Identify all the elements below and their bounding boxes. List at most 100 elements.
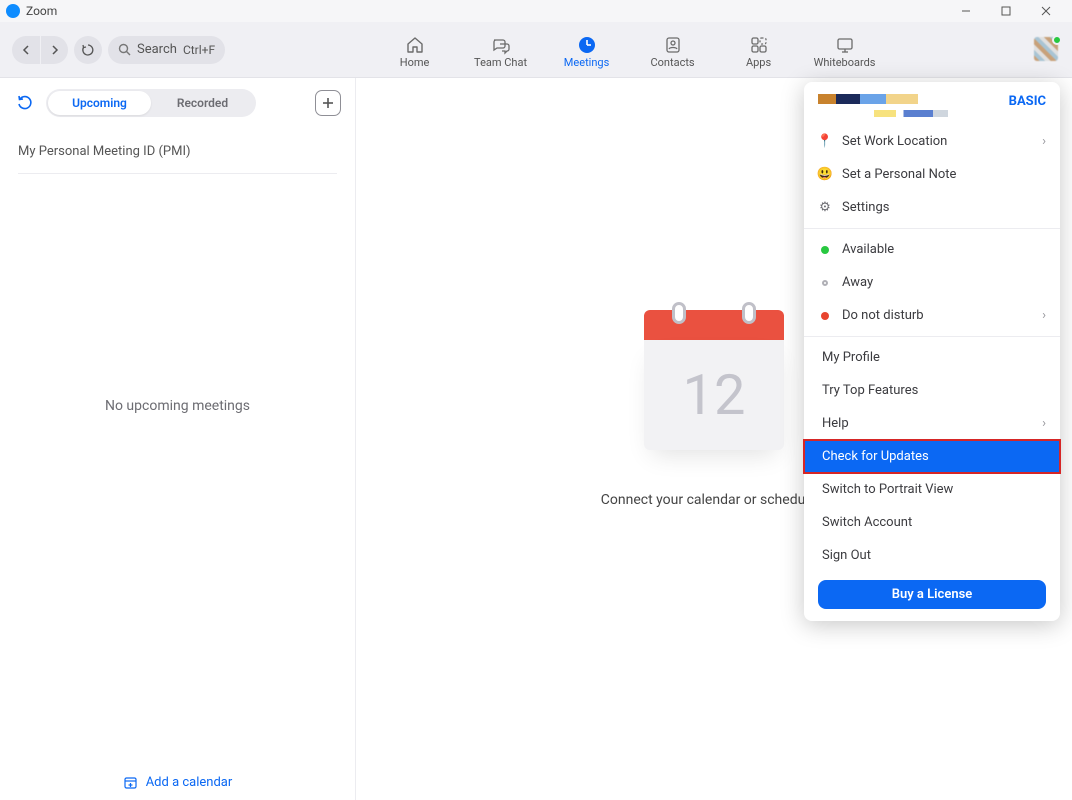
item-label: Away bbox=[842, 275, 873, 290]
connect-calendar-text: Connect your calendar or schedule a bbox=[601, 492, 827, 508]
set-work-location[interactable]: 📍 Set Work Location › bbox=[804, 125, 1060, 158]
nav-left: Search Ctrl+F bbox=[12, 36, 225, 64]
item-label: Switch Account bbox=[822, 515, 912, 530]
smile-icon: 😃 bbox=[818, 167, 832, 182]
separator bbox=[804, 336, 1060, 337]
item-label: Sign Out bbox=[822, 548, 871, 563]
item-label: Settings bbox=[842, 200, 889, 215]
status-available-icon bbox=[818, 246, 832, 254]
nav-back-button[interactable] bbox=[12, 36, 40, 64]
item-label: Switch to Portrait View bbox=[822, 482, 953, 497]
app-logo bbox=[6, 4, 20, 18]
try-top-features[interactable]: Try Top Features bbox=[804, 374, 1060, 407]
item-label: Try Top Features bbox=[822, 383, 918, 398]
toggle-recorded[interactable]: Recorded bbox=[151, 91, 254, 115]
nav-label: Meetings bbox=[564, 56, 609, 69]
plan-badge: BASIC bbox=[1009, 94, 1046, 109]
status-dot-available bbox=[1052, 35, 1062, 45]
nav-label: Home bbox=[400, 56, 430, 69]
navbar: Search Ctrl+F Home Team Chat Meetings Co… bbox=[0, 22, 1072, 78]
nav-center: Home Team Chat Meetings Contacts Apps Wh… bbox=[225, 30, 1034, 69]
chevron-right-icon: › bbox=[1042, 134, 1046, 149]
separator bbox=[804, 228, 1060, 229]
sign-out[interactable]: Sign Out bbox=[804, 539, 1060, 572]
profile-dropdown: BASIC 📍 Set Work Location › 😃 Set a Pers… bbox=[804, 82, 1060, 621]
add-calendar-label: Add a calendar bbox=[146, 775, 233, 790]
check-for-updates[interactable]: Check for Updates bbox=[804, 440, 1060, 473]
whiteboard-icon bbox=[834, 34, 856, 56]
profile-avatar-button[interactable] bbox=[1034, 37, 1060, 63]
window-minimize-button[interactable] bbox=[946, 0, 986, 22]
item-label: Set a Personal Note bbox=[842, 167, 956, 182]
calendar-day-number: 12 bbox=[644, 340, 784, 450]
window-controls bbox=[946, 0, 1066, 22]
toggle-upcoming[interactable]: Upcoming bbox=[48, 91, 151, 115]
profile-name-redacted bbox=[818, 94, 918, 104]
status-dnd[interactable]: Do not disturb › bbox=[804, 299, 1060, 332]
item-label: My Profile bbox=[822, 350, 880, 365]
nav-forward-button[interactable] bbox=[40, 36, 68, 64]
window-close-button[interactable] bbox=[1026, 0, 1066, 22]
pmi-row[interactable]: My Personal Meeting ID (PMI) bbox=[0, 128, 355, 173]
app-title: Zoom bbox=[26, 4, 946, 18]
nav-label: Team Chat bbox=[474, 56, 527, 69]
meetings-toggle: Upcoming Recorded bbox=[46, 89, 256, 117]
item-label: Available bbox=[842, 242, 894, 257]
contacts-icon bbox=[662, 34, 684, 56]
item-label: Help bbox=[822, 416, 849, 431]
titlebar: Zoom bbox=[0, 0, 1072, 22]
cta-label: Buy a License bbox=[892, 587, 973, 602]
search-icon bbox=[118, 43, 131, 56]
add-calendar-button[interactable]: Add a calendar bbox=[0, 775, 355, 790]
item-label: Set Work Location bbox=[842, 134, 947, 149]
nav-label: Apps bbox=[746, 56, 771, 69]
nav-right bbox=[1034, 37, 1060, 63]
home-icon bbox=[404, 34, 426, 56]
sidebar-top: Upcoming Recorded bbox=[0, 78, 355, 128]
window-maximize-button[interactable] bbox=[986, 0, 1026, 22]
nav-home[interactable]: Home bbox=[383, 30, 447, 69]
pmi-label: My Personal Meeting ID (PMI) bbox=[18, 144, 191, 159]
location-icon: 📍 bbox=[818, 134, 832, 149]
item-label: Check for Updates bbox=[822, 449, 929, 464]
nav-whiteboards[interactable]: Whiteboards bbox=[813, 30, 877, 69]
nav-label: Whiteboards bbox=[814, 56, 876, 69]
switch-account[interactable]: Switch Account bbox=[804, 506, 1060, 539]
meetings-icon bbox=[576, 34, 598, 56]
gear-icon: ⚙ bbox=[818, 200, 832, 215]
calendar-plus-icon bbox=[123, 775, 138, 790]
my-profile[interactable]: My Profile bbox=[804, 341, 1060, 374]
calendar-illustration: 12 bbox=[644, 310, 784, 460]
nav-history-button[interactable] bbox=[74, 36, 102, 64]
pmi-divider bbox=[18, 173, 337, 174]
item-label: Do not disturb bbox=[842, 308, 924, 323]
sidebar: Upcoming Recorded My Personal Meeting ID… bbox=[0, 78, 356, 800]
switch-to-portrait-view[interactable]: Switch to Portrait View bbox=[804, 473, 1060, 506]
add-meeting-button[interactable] bbox=[315, 90, 341, 116]
dropdown-header: BASIC bbox=[804, 82, 1060, 125]
status-dnd-icon bbox=[818, 312, 832, 320]
nav-label: Contacts bbox=[650, 56, 694, 69]
search-box[interactable]: Search Ctrl+F bbox=[108, 36, 225, 64]
buy-license-button[interactable]: Buy a License bbox=[818, 580, 1046, 609]
help[interactable]: Help › bbox=[804, 407, 1060, 440]
refresh-button[interactable] bbox=[14, 92, 36, 114]
nav-team-chat[interactable]: Team Chat bbox=[469, 30, 533, 69]
nav-apps[interactable]: Apps bbox=[727, 30, 791, 69]
status-away[interactable]: Away bbox=[804, 266, 1060, 299]
no-meetings-text: No upcoming meetings bbox=[0, 398, 355, 414]
profile-email-redacted bbox=[874, 110, 948, 117]
chevron-right-icon: › bbox=[1042, 308, 1046, 323]
nav-contacts[interactable]: Contacts bbox=[641, 30, 705, 69]
apps-icon bbox=[748, 34, 770, 56]
chat-icon bbox=[490, 34, 512, 56]
nav-history-buttons bbox=[12, 36, 68, 64]
status-available[interactable]: Available bbox=[804, 233, 1060, 266]
search-shortcut: Ctrl+F bbox=[183, 43, 215, 57]
settings[interactable]: ⚙ Settings bbox=[804, 191, 1060, 224]
search-label: Search bbox=[137, 42, 177, 57]
set-personal-note[interactable]: 😃 Set a Personal Note bbox=[804, 158, 1060, 191]
chevron-right-icon: › bbox=[1042, 416, 1046, 431]
status-away-icon bbox=[818, 280, 832, 286]
nav-meetings[interactable]: Meetings bbox=[555, 30, 619, 69]
